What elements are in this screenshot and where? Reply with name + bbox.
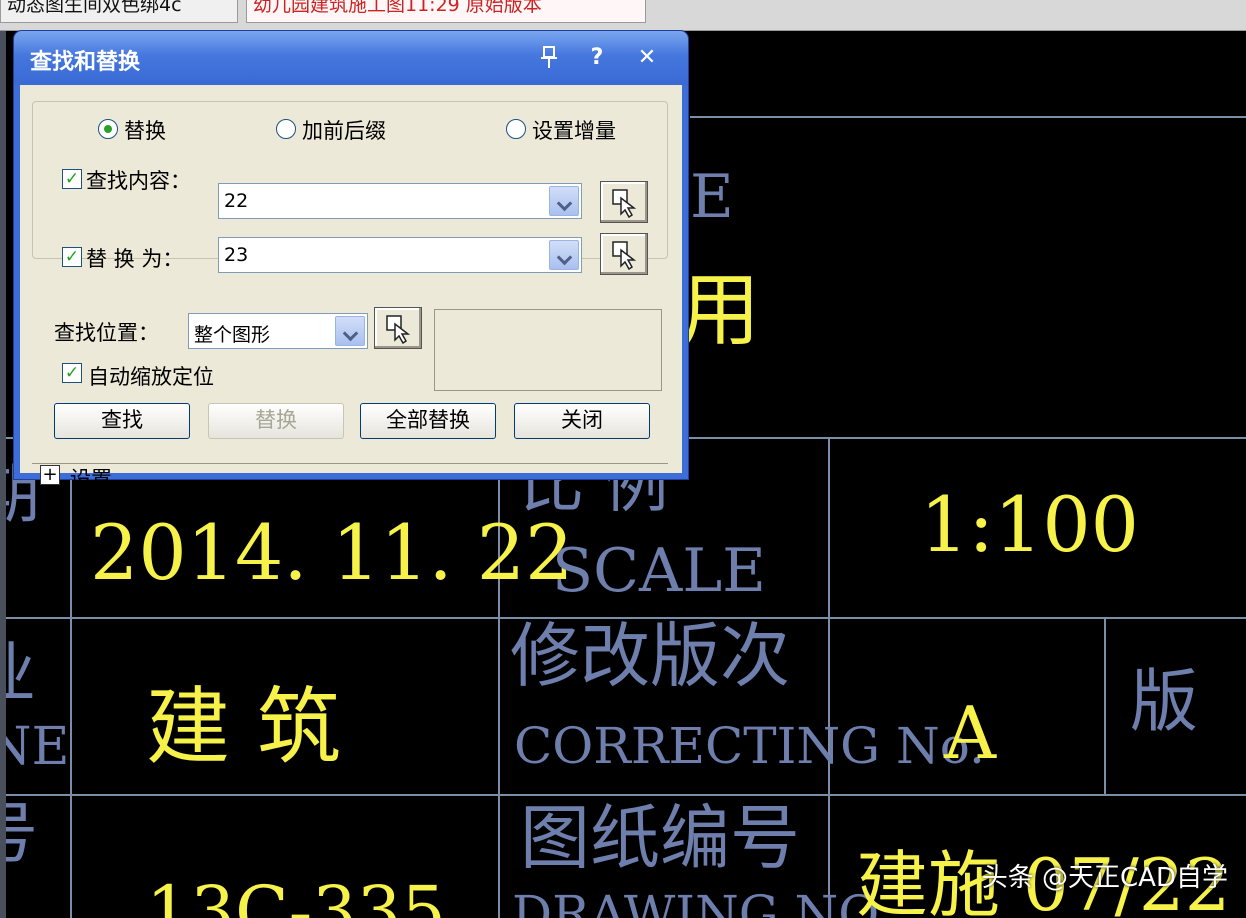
auto-zoom-label: 自动缩放定位 [88, 365, 214, 389]
location-value: 整个图形 [194, 324, 271, 346]
pick-object-icon [612, 241, 637, 270]
cad-drawing-no-label-cn: 图纸编号 [520, 797, 800, 879]
pick-object-icon [386, 315, 411, 344]
chevron-down-icon[interactable] [549, 186, 579, 216]
radio-set-increment-label: 设置增量 [532, 119, 616, 143]
radio-set-increment[interactable] [506, 119, 526, 139]
cad-project-no-value: 13C-335 [146, 871, 446, 918]
help-icon[interactable]: ? [584, 45, 610, 71]
find-label: 查找内容： [86, 169, 191, 193]
dialog-body: 替换 加前后缀 设置增量 ✓ 查找内容： 22 ✓ 替 换 为： 23 查找位置… [20, 85, 682, 491]
replace-all-button[interactable]: 全部替换 [360, 403, 496, 439]
pick-replace-button[interactable] [600, 233, 648, 275]
divider [32, 463, 668, 464]
table-line [828, 437, 830, 918]
cad-date-value: 2014. 11. 22 [90, 508, 574, 597]
find-button[interactable]: 查找 [54, 403, 190, 439]
auto-zoom-checkbox[interactable]: ✓ [62, 363, 82, 383]
table-line [1104, 617, 1106, 794]
tab-label: 幼儿园建筑施工图11:29 原始版本 [253, 0, 542, 16]
expand-settings-icon[interactable]: + [40, 465, 60, 485]
find-value: 22 [224, 190, 249, 212]
cad-text-partial: E [690, 162, 734, 232]
close-icon[interactable]: ✕ [634, 45, 660, 71]
close-button[interactable]: 关闭 [514, 403, 650, 439]
replace-combobox[interactable]: 23 [218, 237, 582, 273]
document-tab-strip: 动态图生间双色绑4c 幼儿园建筑施工图11:29 原始版本 [0, 0, 1246, 31]
radio-add-affix[interactable] [276, 119, 296, 139]
location-label: 查找位置： [54, 321, 159, 345]
cad-version-label: 版 [1130, 663, 1199, 742]
chevron-down-icon[interactable] [549, 240, 579, 270]
pick-find-button[interactable] [600, 181, 648, 223]
cad-scale-label-en: SCALE [552, 536, 766, 606]
replace-button[interactable]: 替换 [208, 403, 344, 439]
document-tab-1[interactable]: 动态图生间双色绑4c [0, 0, 238, 23]
pick-object-icon [612, 189, 637, 218]
find-replace-dialog: 查找和替换 ? ✕ 替换 加前后缀 设置增量 ✓ 查找内容： 22 ✓ 替 换 … [14, 31, 688, 491]
cad-text-partial: NE [0, 717, 70, 777]
cad-revision-value: A [944, 691, 996, 775]
cad-text-partial: 用 [680, 264, 760, 357]
pick-location-button[interactable] [374, 307, 422, 349]
settings-label[interactable]: 设置 [70, 463, 112, 493]
cad-discipline-value: 建 筑 [146, 678, 341, 776]
replace-checkbox[interactable]: ✓ [62, 247, 82, 267]
dialog-title: 查找和替换 [30, 50, 141, 75]
replace-label: 替 换 为： [86, 247, 184, 271]
cad-scale-value: 1:100 [920, 480, 1140, 569]
dialog-titlebar[interactable]: 查找和替换 ? ✕ [14, 31, 688, 85]
cad-drawing-no-label-en: DRAWING NO. [512, 885, 893, 918]
pin-icon[interactable] [536, 45, 562, 71]
chevron-down-icon[interactable] [335, 316, 365, 346]
radio-replace-label: 替换 [124, 119, 166, 143]
radio-add-affix-label: 加前后缀 [302, 119, 386, 143]
table-line [70, 437, 72, 918]
watermark: 头条 @天正CAD自学 [981, 863, 1228, 893]
cad-revision-label-en: CORRECTING No. [514, 717, 985, 775]
find-checkbox[interactable]: ✓ [62, 169, 82, 189]
location-select[interactable]: 整个图形 [188, 313, 368, 349]
left-edge-strip [0, 31, 6, 918]
preview-box [434, 309, 662, 391]
document-tab-2[interactable]: 幼儿园建筑施工图11:29 原始版本 [246, 0, 646, 23]
cad-revision-label-cn: 修改版次 [510, 615, 790, 697]
radio-replace[interactable] [98, 119, 118, 139]
find-combobox[interactable]: 22 [218, 183, 582, 219]
table-line [0, 794, 1246, 796]
table-line [690, 116, 1246, 118]
tab-label: 动态图生间双色绑4c [7, 0, 182, 16]
replace-value: 23 [224, 244, 249, 266]
